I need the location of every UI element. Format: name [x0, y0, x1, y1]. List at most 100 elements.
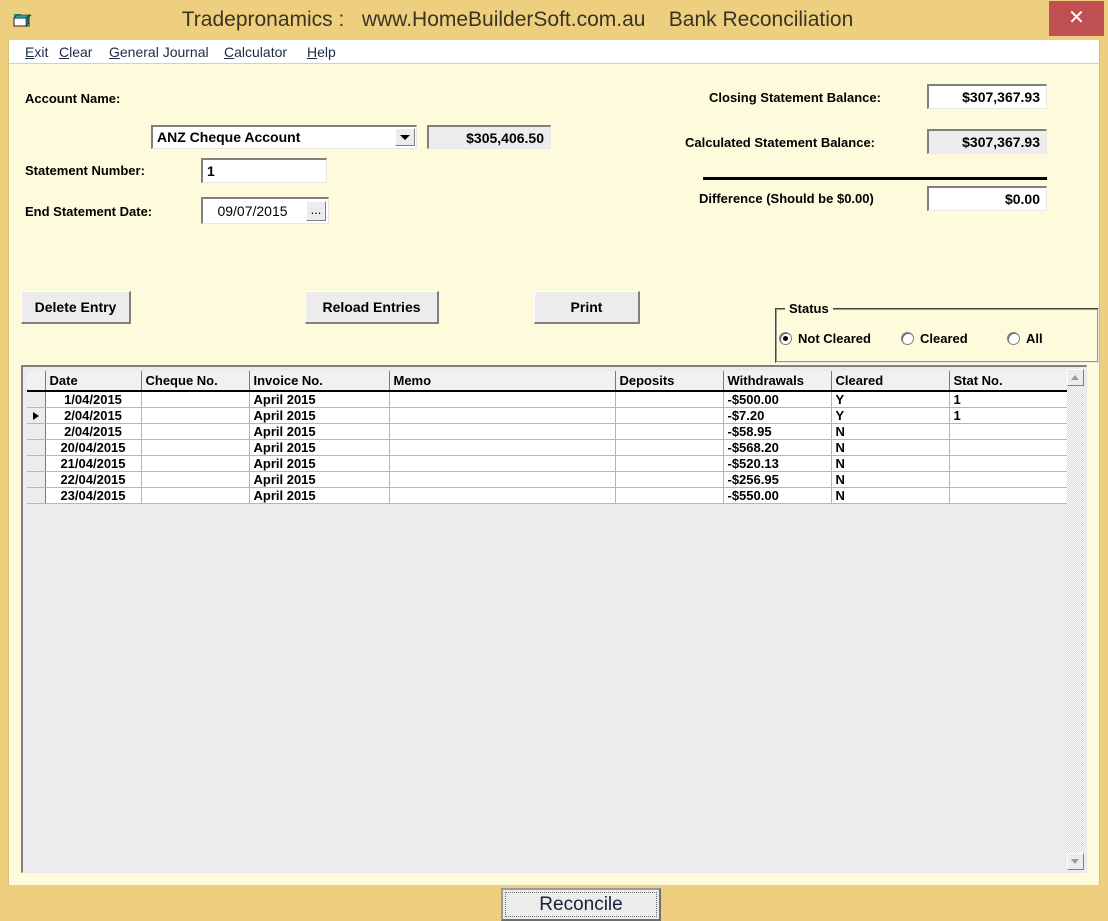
- cell-memo[interactable]: [389, 439, 616, 456]
- cell-cheque-no[interactable]: [141, 455, 250, 472]
- menu-item-exit[interactable]: Exit: [25, 43, 48, 62]
- cell-cheque-no[interactable]: [141, 487, 250, 504]
- table-row[interactable]: 22/04/2015 April 2015 -$256.95 N: [27, 471, 1067, 488]
- menu-item-clear[interactable]: Clear: [59, 43, 92, 62]
- calendar-picker-button[interactable]: ...: [306, 201, 326, 221]
- delete-entry-button[interactable]: Delete Entry: [21, 291, 131, 324]
- cell-cheque-no[interactable]: [141, 407, 250, 424]
- grid-vertical-scrollbar[interactable]: [1067, 369, 1084, 870]
- cell-withdrawals[interactable]: -$520.13: [723, 455, 832, 472]
- print-button[interactable]: Print: [534, 291, 640, 324]
- close-button[interactable]: ✕: [1049, 1, 1104, 36]
- menu-rest-help: elp: [317, 44, 336, 60]
- cell-memo[interactable]: [389, 423, 616, 440]
- cell-memo[interactable]: [389, 391, 616, 408]
- cell-cheque-no[interactable]: [141, 471, 250, 488]
- cell-date[interactable]: 20/04/2015: [45, 439, 142, 456]
- cell-date[interactable]: 22/04/2015: [45, 471, 142, 488]
- column-header-stat-no[interactable]: Stat No.: [949, 371, 1067, 392]
- cell-stat-no[interactable]: [949, 471, 1067, 488]
- row-selector-cell[interactable]: [27, 487, 46, 504]
- table-row[interactable]: 20/04/2015 April 2015 -$568.20 N: [27, 439, 1067, 456]
- end-statement-date-input[interactable]: 09/07/2015 ...: [201, 197, 329, 224]
- cell-invoice-no[interactable]: April 2015: [249, 471, 390, 488]
- cell-withdrawals[interactable]: -$568.20: [723, 439, 832, 456]
- scroll-up-icon[interactable]: [1067, 369, 1084, 386]
- table-header-row: Date Cheque No. Invoice No. Memo Deposit…: [27, 371, 1067, 392]
- cell-deposits[interactable]: [615, 487, 724, 504]
- cell-cleared[interactable]: N: [831, 423, 950, 440]
- row-selector-cell[interactable]: [27, 391, 46, 408]
- cell-invoice-no[interactable]: April 2015: [249, 439, 390, 456]
- row-selector-cell[interactable]: [27, 407, 46, 424]
- divider-rule: [703, 177, 1047, 180]
- column-header-date[interactable]: Date: [45, 371, 142, 392]
- cell-memo[interactable]: [389, 487, 616, 504]
- cell-cheque-no[interactable]: [141, 423, 250, 440]
- cell-deposits[interactable]: [615, 471, 724, 488]
- cell-date[interactable]: 21/04/2015: [45, 455, 142, 472]
- closing-statement-balance-input[interactable]: $307,367.93: [927, 84, 1047, 109]
- cell-stat-no[interactable]: [949, 423, 1067, 440]
- cell-cleared[interactable]: N: [831, 455, 950, 472]
- cell-deposits[interactable]: [615, 391, 724, 408]
- cell-withdrawals[interactable]: -$58.95: [723, 423, 832, 440]
- cell-invoice-no[interactable]: April 2015: [249, 407, 390, 424]
- cell-cleared[interactable]: Y: [831, 407, 950, 424]
- table-row[interactable]: 2/04/2015 April 2015 -$7.20 Y 1: [27, 407, 1067, 424]
- cell-memo[interactable]: [389, 455, 616, 472]
- cell-deposits[interactable]: [615, 455, 724, 472]
- cell-stat-no[interactable]: [949, 455, 1067, 472]
- table-row[interactable]: 21/04/2015 April 2015 -$520.13 N: [27, 455, 1067, 472]
- cell-invoice-no[interactable]: April 2015: [249, 487, 390, 504]
- cell-stat-no[interactable]: [949, 439, 1067, 456]
- cell-cheque-no[interactable]: [141, 391, 250, 408]
- cell-date[interactable]: 2/04/2015: [45, 407, 142, 424]
- cell-cleared[interactable]: N: [831, 487, 950, 504]
- cell-deposits[interactable]: [615, 407, 724, 424]
- cell-stat-no[interactable]: [949, 487, 1067, 504]
- row-selector-cell[interactable]: [27, 423, 46, 440]
- cell-deposits[interactable]: [615, 423, 724, 440]
- cell-invoice-no[interactable]: April 2015: [249, 455, 390, 472]
- cell-withdrawals[interactable]: -$7.20: [723, 407, 832, 424]
- row-selector-cell[interactable]: [27, 455, 46, 472]
- cell-stat-no[interactable]: 1: [949, 391, 1067, 408]
- row-selector-cell[interactable]: [27, 439, 46, 456]
- account-name-select[interactable]: ANZ Cheque Account: [151, 125, 417, 149]
- column-header-withdrawals[interactable]: Withdrawals: [723, 371, 832, 392]
- cell-date[interactable]: 2/04/2015: [45, 423, 142, 440]
- menu-item-general-journal[interactable]: General Journal: [109, 43, 209, 62]
- column-header-cleared[interactable]: Cleared: [831, 371, 950, 392]
- column-header-deposits[interactable]: Deposits: [615, 371, 724, 392]
- statement-number-input[interactable]: 1: [201, 158, 327, 183]
- cell-cleared[interactable]: N: [831, 471, 950, 488]
- cell-withdrawals[interactable]: -$500.00: [723, 391, 832, 408]
- cell-invoice-no[interactable]: April 2015: [249, 423, 390, 440]
- cell-date[interactable]: 23/04/2015: [45, 487, 142, 504]
- table-row[interactable]: 1/04/2015 April 2015 -$500.00 Y 1: [27, 391, 1067, 408]
- cell-invoice-no[interactable]: April 2015: [249, 391, 390, 408]
- scroll-down-icon[interactable]: [1067, 853, 1084, 870]
- cell-withdrawals[interactable]: -$550.00: [723, 487, 832, 504]
- cell-cleared[interactable]: Y: [831, 391, 950, 408]
- cell-memo[interactable]: [389, 407, 616, 424]
- row-selector-cell[interactable]: [27, 471, 46, 488]
- column-header-cheque-no[interactable]: Cheque No.: [141, 371, 250, 392]
- table-row[interactable]: 2/04/2015 April 2015 -$58.95 N: [27, 423, 1067, 440]
- reconcile-button[interactable]: Reconcile: [501, 888, 661, 921]
- cell-stat-no[interactable]: 1: [949, 407, 1067, 424]
- table-row[interactable]: 23/04/2015 April 2015 -$550.00 N: [27, 487, 1067, 504]
- chevron-down-icon[interactable]: [395, 128, 415, 146]
- cell-withdrawals[interactable]: -$256.95: [723, 471, 832, 488]
- cell-deposits[interactable]: [615, 439, 724, 456]
- cell-cheque-no[interactable]: [141, 439, 250, 456]
- reload-entries-button[interactable]: Reload Entries: [305, 291, 439, 324]
- column-header-memo[interactable]: Memo: [389, 371, 616, 392]
- column-header-invoice-no[interactable]: Invoice No.: [249, 371, 390, 392]
- cell-memo[interactable]: [389, 471, 616, 488]
- cell-date[interactable]: 1/04/2015: [45, 391, 142, 408]
- cell-cleared[interactable]: N: [831, 439, 950, 456]
- menu-item-calculator[interactable]: Calculator: [224, 43, 287, 62]
- menu-item-help[interactable]: Help: [307, 43, 336, 62]
